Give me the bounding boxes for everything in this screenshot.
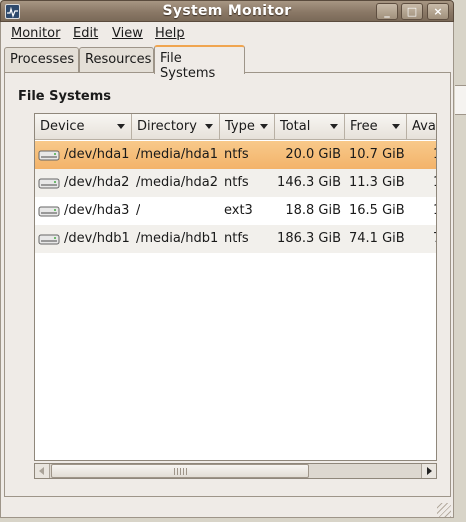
column-header-available[interactable]: Ava — [407, 114, 436, 140]
close-button[interactable]: × — [427, 3, 449, 20]
column-directory-label: Directory — [137, 119, 197, 134]
menu-help-label: Help — [155, 26, 185, 41]
menu-bar: Monitor Edit View Help — [1, 22, 453, 46]
menu-view-label: View — [112, 26, 143, 41]
tab-processes-label: Processes — [10, 52, 75, 67]
minimize-button[interactable]: _ — [376, 3, 398, 20]
sort-arrow-icon — [260, 124, 268, 129]
tab-resources-label: Resources — [85, 52, 152, 67]
column-header-type[interactable]: Type — [220, 114, 275, 140]
horizontal-scrollbar[interactable] — [34, 463, 437, 479]
column-type-label: Type — [225, 119, 255, 134]
cell-available: 1 — [433, 147, 436, 162]
cell-free: 16.5 GiB — [349, 203, 405, 218]
cell-directory: /media/hdb1 — [136, 231, 219, 246]
scroll-right-button[interactable] — [421, 464, 436, 478]
maximize-button[interactable]: □ — [401, 3, 423, 20]
cell-directory: / — [136, 203, 141, 218]
table-row[interactable]: /dev/hda2 /media/hda2 ntfs 146.3 GiB 11.… — [35, 169, 436, 197]
tab-resources[interactable]: Resources — [79, 47, 154, 73]
cell-type: ext3 — [224, 203, 253, 218]
table-row[interactable]: /dev/hda3 / ext3 18.8 GiB 16.5 GiB 1 — [35, 197, 436, 225]
column-header-device[interactable]: Device — [35, 114, 132, 140]
column-free-label: Free — [350, 119, 378, 134]
cell-type: ntfs — [224, 231, 249, 246]
menu-monitor[interactable]: Monitor — [11, 26, 60, 41]
hard-disk-icon — [38, 234, 60, 245]
menu-help[interactable]: Help — [155, 26, 185, 41]
cell-total: 18.8 GiB — [285, 203, 341, 218]
hard-disk-icon — [38, 150, 60, 161]
column-total-label: Total — [280, 119, 311, 134]
cell-total: 146.3 GiB — [277, 175, 341, 190]
cell-type: ntfs — [224, 147, 249, 162]
menu-view[interactable]: View — [112, 26, 143, 41]
sort-arrow-icon — [392, 124, 400, 129]
tab-file-systems-label: File Systems — [160, 51, 216, 81]
file-systems-table[interactable]: Device Directory Type Total Free Ava /de… — [34, 113, 437, 461]
scroll-left-button[interactable] — [35, 464, 50, 478]
menu-edit[interactable]: Edit — [73, 26, 98, 41]
window-body: Monitor Edit View Help Processes Resourc… — [0, 22, 454, 518]
hard-disk-icon — [38, 206, 60, 217]
cell-free: 10.7 GiB — [349, 147, 405, 162]
sort-arrow-icon — [205, 124, 213, 129]
arrow-right-icon — [427, 467, 432, 475]
menu-monitor-label: Monitor — [11, 26, 61, 41]
column-header-free[interactable]: Free — [345, 114, 407, 140]
cell-free: 74.1 GiB — [349, 231, 405, 246]
cell-directory: /media/hda1 — [136, 147, 218, 162]
arrow-left-icon — [39, 467, 44, 475]
scrollbar-thumb[interactable] — [51, 464, 309, 478]
cell-total: 20.0 GiB — [285, 147, 341, 162]
background-window-edge — [455, 85, 466, 115]
file-systems-panel: File Systems Device Directory Type Total — [4, 72, 451, 497]
title-bar[interactable]: System Monitor _ □ × — [0, 0, 454, 22]
cell-available: 1 — [433, 203, 436, 218]
table-row[interactable]: /dev/hdb1 /media/hdb1 ntfs 186.3 GiB 74.… — [35, 225, 436, 253]
column-device-label: Device — [40, 119, 85, 134]
cell-available: 1 — [433, 175, 436, 190]
tab-processes[interactable]: Processes — [4, 47, 79, 73]
tab-file-systems[interactable]: File Systems — [154, 45, 245, 81]
cell-device: /dev/hda2 — [64, 175, 130, 190]
sort-arrow-icon — [117, 124, 125, 129]
cell-total: 186.3 GiB — [277, 231, 341, 246]
menu-edit-label: Edit — [73, 26, 99, 41]
column-header-total[interactable]: Total — [275, 114, 345, 140]
cell-type: ntfs — [224, 175, 249, 190]
column-header-directory[interactable]: Directory — [132, 114, 220, 140]
grip-icon — [174, 468, 188, 475]
column-available-label: Ava — [412, 119, 436, 134]
section-title: File Systems — [18, 89, 112, 104]
sort-arrow-icon — [330, 124, 338, 129]
cell-device: /dev/hdb1 — [64, 231, 130, 246]
cell-available: 7 — [433, 231, 436, 246]
cell-directory: /media/hda2 — [136, 175, 218, 190]
table-row[interactable]: /dev/hda1 /media/hda1 ntfs 20.0 GiB 10.7… — [35, 141, 436, 169]
hard-disk-icon — [38, 178, 60, 189]
cell-device: /dev/hda3 — [64, 203, 130, 218]
cell-free: 11.3 GiB — [349, 175, 405, 190]
table-header: Device Directory Type Total Free Ava — [35, 114, 436, 140]
resize-grip-icon[interactable] — [437, 503, 451, 517]
cell-device: /dev/hda1 — [64, 147, 130, 162]
